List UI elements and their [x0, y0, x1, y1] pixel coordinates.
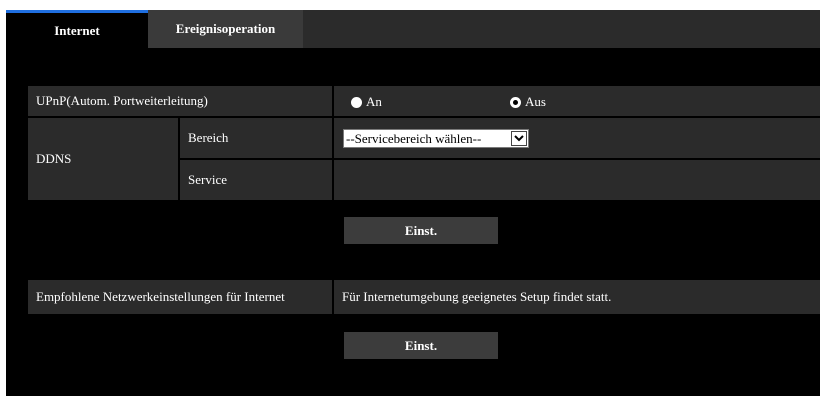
recommended-description-cell: Für Internetumgebung geeignetes Setup fi… — [334, 280, 820, 314]
chevron-down-icon[interactable] — [511, 131, 527, 146]
recommended-label: Empfohlene Netzwerkeinstellungen für Int… — [36, 289, 285, 304]
radio-aus-icon[interactable] — [510, 96, 521, 108]
bereich-select[interactable]: --Servicebereich wählen-- — [343, 129, 529, 148]
ddns-label: DDNS — [36, 151, 72, 166]
tab-bar: Internet Ereignisoperation — [6, 10, 820, 48]
einst-button-1[interactable]: Einst. — [344, 217, 498, 244]
upnp-label-cell: UPnP(Autom. Portweiterleitung) — [28, 86, 332, 116]
upnp-option-an[interactable]: An — [351, 94, 382, 110]
recommended-description: Für Internetumgebung geeignetes Setup fi… — [342, 289, 612, 304]
einst-button-2[interactable]: Einst. — [344, 332, 498, 359]
ddns-service-label: Service — [188, 172, 227, 187]
upnp-label: UPnP(Autom. Portweiterleitung) — [36, 93, 208, 108]
ddns-service-value-cell — [334, 160, 820, 200]
upnp-options-cell — [334, 86, 820, 116]
upnp-option-aus[interactable]: Aus — [510, 94, 546, 110]
radio-an-icon[interactable] — [351, 96, 362, 108]
upnp-option-an-label: An — [366, 94, 382, 109]
tab-internet[interactable]: Internet — [6, 10, 148, 48]
tab-ereignisoperation[interactable]: Ereignisoperation — [148, 10, 303, 48]
ddns-bereich-label: Bereich — [188, 130, 229, 145]
upnp-option-aus-label: Aus — [525, 94, 546, 109]
bereich-select-value: --Servicebereich wählen-- — [346, 130, 482, 146]
settings-window: Internet Ereignisoperation UPnP(Autom. P… — [6, 10, 820, 396]
ddns-bereich-label-cell: Bereich — [180, 118, 332, 158]
recommended-label-cell: Empfohlene Netzwerkeinstellungen für Int… — [28, 280, 332, 314]
ddns-service-label-cell: Service — [180, 160, 332, 200]
ddns-label-cell: DDNS — [28, 118, 178, 200]
